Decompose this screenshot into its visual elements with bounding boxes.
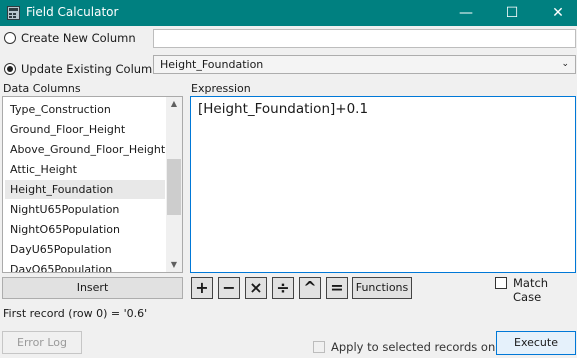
list-item[interactable]: Ground_Floor_Height	[5, 120, 125, 139]
insert-button[interactable]: Insert	[2, 277, 183, 299]
apply-selected-label: Apply to selected records only	[331, 340, 506, 354]
multiply-button[interactable]: ×	[245, 277, 267, 299]
functions-button[interactable]: Functions	[352, 277, 412, 299]
existing-column-select[interactable]: Height_Foundation ⌄	[153, 55, 576, 74]
list-item[interactable]: NightO65Population	[5, 220, 120, 239]
window-title: Field Calculator	[26, 5, 119, 19]
plus-button[interactable]: +	[191, 277, 213, 299]
list-item[interactable]: Above_Ground_Floor_Height	[5, 140, 165, 159]
new-column-input[interactable]	[153, 29, 576, 48]
divide-button[interactable]: ÷	[272, 277, 294, 299]
data-columns-list[interactable]: Type_Construction Ground_Floor_Height Ab…	[2, 96, 183, 273]
list-scrollbar[interactable]: ▲ ▼	[166, 97, 182, 272]
execute-button[interactable]: Execute	[496, 331, 576, 355]
match-case-label: Match Case	[513, 276, 549, 304]
scroll-up-icon[interactable]: ▲	[166, 97, 182, 111]
apply-selected-checkbox[interactable]	[313, 341, 325, 353]
update-column-label: Update Existing Column	[21, 62, 160, 76]
data-columns-label: Data Columns	[3, 82, 81, 95]
existing-column-value: Height_Foundation	[160, 58, 264, 71]
minus-button[interactable]: −	[218, 277, 240, 299]
title-bar: Field Calculator — ☐ ✕	[0, 0, 577, 26]
close-button[interactable]: ✕	[535, 0, 577, 26]
list-item[interactable]: Type_Construction	[5, 100, 111, 119]
list-item[interactable]: DayU65Population	[5, 240, 112, 259]
create-column-radio[interactable]	[4, 32, 16, 44]
maximize-button[interactable]: ☐	[489, 0, 535, 26]
expression-text[interactable]: [Height_Foundation]+0.1	[198, 101, 368, 117]
update-column-radio[interactable]	[4, 63, 16, 75]
calculator-icon	[7, 6, 20, 20]
scroll-thumb[interactable]	[167, 159, 181, 215]
equals-button[interactable]: =	[326, 277, 348, 299]
error-log-button[interactable]: Error Log	[2, 331, 82, 354]
expression-editor[interactable]: [Height_Foundation]+0.1	[190, 96, 576, 273]
create-column-label: Create New Column	[21, 31, 136, 45]
scroll-down-icon[interactable]: ▼	[166, 258, 182, 272]
list-item[interactable]: Attic_Height	[5, 160, 77, 179]
list-item[interactable]: NightU65Population	[5, 200, 119, 219]
list-item-selected[interactable]: Height_Foundation	[5, 180, 165, 199]
first-record-text: First record (row 0) = '0.6'	[3, 307, 148, 320]
chevron-down-icon: ⌄	[561, 59, 569, 69]
power-button[interactable]: ^	[299, 277, 321, 299]
expression-label: Expression	[191, 82, 251, 95]
match-case-checkbox[interactable]	[495, 277, 507, 289]
minimize-button[interactable]: —	[443, 0, 489, 26]
list-item[interactable]: DayO65Population	[5, 260, 112, 272]
